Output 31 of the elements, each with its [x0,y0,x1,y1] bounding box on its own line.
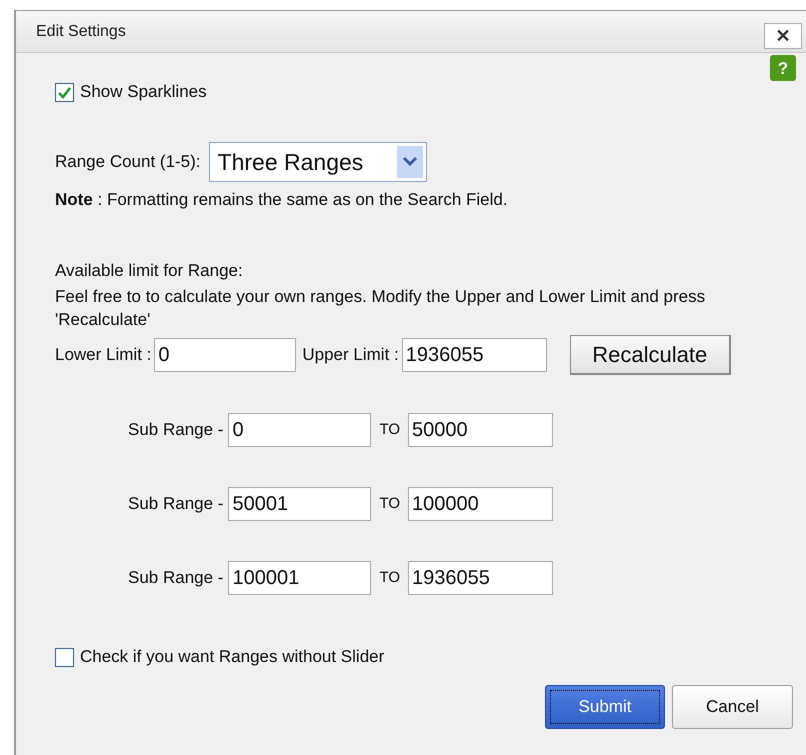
note-text: Note : Formatting remains the same as on the Search Field. [55,189,509,211]
range-to-field[interactable]: 50000 [408,413,554,447]
to-label: TO [379,420,400,440]
range-to-field[interactable]: 100000 [408,487,554,521]
range-from-field[interactable]: 100001 [228,561,372,595]
checkbox[interactable] [55,82,74,102]
checkbox-label: Show Sparklines [80,81,207,104]
checkbox[interactable] [55,648,74,666]
lower-limit-field[interactable]: 0 [154,338,296,372]
to-label: TO [379,568,400,588]
range-to-field[interactable]: 1936055 [408,561,554,595]
range-from-field[interactable]: 0 [228,413,372,447]
range-from-field[interactable]: 50001 [228,487,372,521]
range-count-dropdown[interactable]: Three Ranges [208,142,427,182]
upper-limit-field[interactable]: 1936055 [402,338,547,372]
instructions-text: Feel free to to calculate your own ranges. Modify the Upper and Lower Limit and press 'Recalculate' [55,286,706,331]
sub-range-label: Sub Range - [128,567,224,590]
available-limit-label: Available limit for Range: [55,260,244,282]
to-label: TO [379,494,400,514]
checkbox-label: Check if you want Ranges without Slider [80,646,384,668]
submit-button[interactable]: Submit [545,685,665,729]
lower-limit-label: Lower Limit : [55,344,152,366]
help-button[interactable]: ? [770,55,796,81]
cancel-button[interactable]: Cancel [672,685,793,729]
window-title: Edit Settings [36,22,126,42]
sub-range-label: Sub Range - [128,419,224,442]
recalculate-button[interactable]: Recalculate [570,335,731,375]
range-count-label: Range Count (1-5): [55,151,201,174]
sub-range-label: Sub Range - [128,493,224,516]
upper-limit-label: Upper Limit : [302,344,399,366]
close-button[interactable]: ✕ [764,23,802,49]
